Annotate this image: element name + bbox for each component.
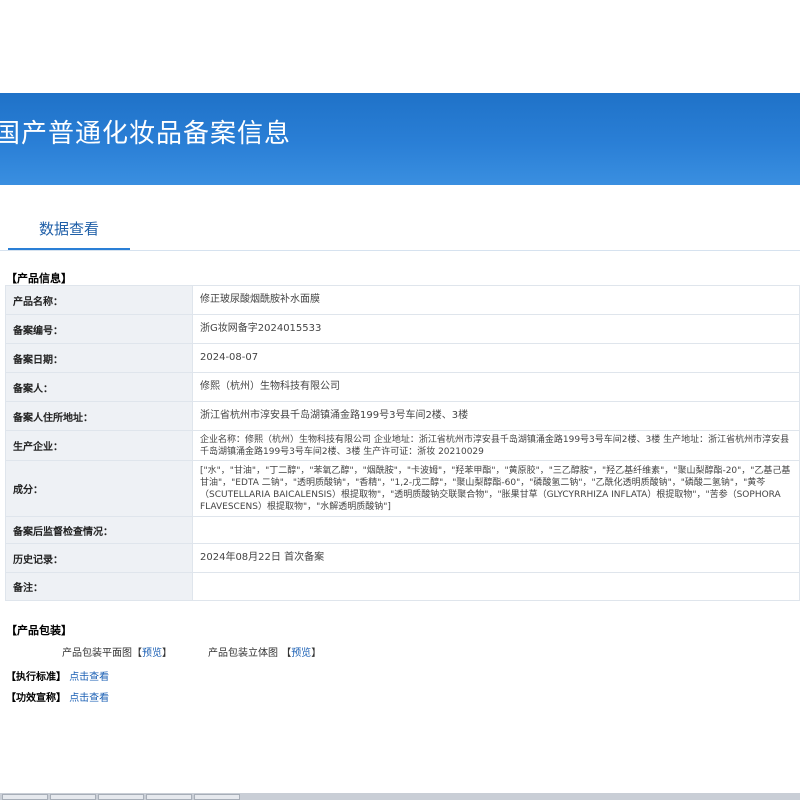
package-flat-label: 产品包装平面图 — [62, 648, 132, 659]
taskbar — [0, 793, 800, 800]
standard-view-link[interactable]: 点击查看 — [69, 672, 109, 683]
row-value: 修熙（杭州）生物科技有限公司 — [192, 372, 800, 402]
taskbar-button[interactable] — [146, 794, 192, 800]
row-value: 2024-08-07 — [192, 343, 800, 373]
taskbar-button[interactable] — [98, 794, 144, 800]
row-label: 备注： — [5, 572, 193, 601]
efficacy-view-link[interactable]: 点击查看 — [69, 693, 109, 704]
product-info-section-title: 【产品信息】 — [6, 272, 72, 285]
taskbar-button[interactable] — [2, 794, 48, 800]
table-row: 备案编号： 浙G妆网备字2024015533 — [5, 314, 800, 344]
row-label: 产品名称： — [5, 285, 193, 315]
row-label: 备案编号： — [5, 314, 193, 344]
row-value: 浙江省杭州市淳安县千岛湖镇涌金路199号3号车间2楼、3楼 — [192, 401, 800, 431]
row-value: ["水"，"甘油"，"丁二醇"，"苯氧乙醇"，"烟酰胺"，"卡波姆"，"羟苯甲酯… — [192, 460, 800, 517]
product-info-table: 产品名称： 修正玻尿酸烟酰胺补水面膜 备案编号： 浙G妆网备字202401553… — [5, 285, 800, 601]
row-value — [192, 516, 800, 544]
row-label: 成分： — [5, 460, 193, 517]
taskbar-button[interactable] — [50, 794, 96, 800]
bracket-open: 【 — [281, 648, 292, 659]
header-banner: 国产普通化妆品备案信息 — [0, 93, 800, 185]
table-row: 生产企业： 企业名称：修熙（杭州）生物科技有限公司 企业地址：浙江省杭州市淳安县… — [5, 430, 800, 461]
row-value: 浙G妆网备字2024015533 — [192, 314, 800, 344]
table-row: 成分： ["水"，"甘油"，"丁二醇"，"苯氧乙醇"，"烟酰胺"，"卡波姆"，"… — [5, 460, 800, 517]
tab-data-view[interactable]: 数据查看 — [8, 212, 130, 250]
standard-label: 【执行标准】 — [6, 672, 66, 683]
row-value: 2024年08月22日 首次备案 — [192, 543, 800, 573]
row-label: 历史记录： — [5, 543, 193, 573]
row-label: 备案日期： — [5, 343, 193, 373]
tab-bar: 数据查看 — [0, 212, 800, 251]
row-label: 备案后监督检查情况： — [5, 516, 193, 544]
bracket-close: 】 — [162, 648, 172, 659]
package-stereo-label: 产品包装立体图 — [208, 648, 278, 659]
standard-row: 【执行标准】 点击查看 — [6, 668, 109, 683]
package-stereo-item: 产品包装立体图 【预览】 — [208, 644, 321, 659]
taskbar-button[interactable] — [194, 794, 240, 800]
bracket-close: 】 — [311, 648, 322, 659]
table-row: 产品名称： 修正玻尿酸烟酰胺补水面膜 — [5, 285, 800, 315]
table-row: 备案人： 修熙（杭州）生物科技有限公司 — [5, 372, 800, 402]
efficacy-row: 【功效宣称】 点击查看 — [6, 689, 109, 704]
table-row: 备案后监督检查情况： — [5, 516, 800, 544]
table-row: 备案人住所地址： 浙江省杭州市淳安县千岛湖镇涌金路199号3号车间2楼、3楼 — [5, 401, 800, 431]
packaging-section-title: 【产品包装】 — [6, 624, 72, 637]
package-flat-preview-link[interactable]: 预览 — [142, 648, 162, 659]
package-flat-item: 产品包装平面图【预览】 — [62, 644, 172, 659]
table-row: 历史记录： 2024年08月22日 首次备案 — [5, 543, 800, 573]
row-label: 备案人住所地址： — [5, 401, 193, 431]
row-value: 修正玻尿酸烟酰胺补水面膜 — [192, 285, 800, 315]
row-value: 企业名称：修熙（杭州）生物科技有限公司 企业地址：浙江省杭州市淳安县千岛湖镇涌金… — [192, 430, 800, 461]
page-title: 国产普通化妆品备案信息 — [0, 119, 292, 149]
table-row: 备注： — [5, 572, 800, 601]
efficacy-label: 【功效宣称】 — [6, 693, 66, 704]
row-label: 生产企业： — [5, 430, 193, 461]
table-row: 备案日期： 2024-08-07 — [5, 343, 800, 373]
row-value — [192, 572, 800, 601]
package-stereo-preview-link[interactable]: 预览 — [291, 648, 311, 659]
row-label: 备案人： — [5, 372, 193, 402]
bracket-open: 【 — [132, 648, 142, 659]
